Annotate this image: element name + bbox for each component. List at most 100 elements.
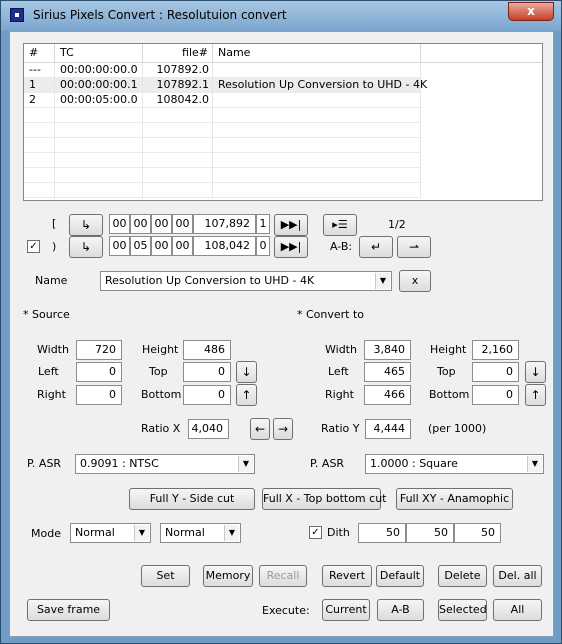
source-asr-select[interactable]: 0.9091 : NTSC ▼ [75,454,255,474]
out-ss-field[interactable]: 00 [151,236,172,256]
out-field-field[interactable]: 0 [256,236,270,256]
go-end-out-button[interactable]: ▶▶| [274,236,308,258]
in-field-field[interactable]: 1 [256,214,270,234]
table-row[interactable]: --- 00:00:00:00.0 107892.0 [24,63,542,78]
ratio-y-field[interactable]: 4,444 [365,419,411,439]
table-row[interactable]: 1 00:00:00:00.1 107892.1 Resolution Up C… [24,78,542,93]
ab-out-button[interactable]: ⇀ [397,236,431,258]
column-header-num[interactable]: # [24,44,55,63]
mode-select-1[interactable]: Normal ▼ [70,523,151,543]
cell-name: Resolution Up Conversion to UHD - 4K [213,78,427,93]
dith-checkbox[interactable]: ✓ [309,526,322,539]
execute-selected-button[interactable]: Selected [438,599,487,621]
convert-left-label: Left [328,365,349,378]
full-y-button[interactable]: Full Y - Side cut [129,488,255,510]
revert-button[interactable]: Revert [322,565,372,587]
source-right-field[interactable]: 0 [76,385,122,405]
mode-select-2[interactable]: Normal ▼ [160,523,241,543]
source-asr-label: P. ASR [27,457,62,470]
jump-in-button[interactable]: ↳ [69,214,103,236]
arrow-up-icon: ↑ [530,388,541,402]
window-title: Sirius Pixels Convert : Resolutuion conv… [33,8,287,22]
dith-field-1[interactable]: 50 [358,523,406,543]
clear-name-button[interactable]: x [399,270,431,292]
convert-top-field[interactable]: 0 [472,362,519,382]
full-xy-button[interactable]: Full XY - Anamophic [396,488,513,510]
convert-asr-value: 1.0000 : Square [370,457,458,470]
dith-field-3[interactable]: 50 [454,523,501,543]
source-up-button[interactable]: ↑ [236,384,257,406]
out-mm-field[interactable]: 05 [130,236,151,256]
convert-height-field[interactable]: 2,160 [472,340,519,360]
convert-up-button[interactable]: ↑ [525,384,546,406]
convert-width-field[interactable]: 3,840 [364,340,411,360]
column-header-file[interactable]: file# [143,44,213,63]
chevron-down-icon: ▼ [375,273,390,289]
convert-down-button[interactable]: ↓ [525,361,546,383]
close-button[interactable]: x [508,2,554,21]
column-header-tc[interactable]: TC [55,44,143,63]
ratio-right-button[interactable]: → [273,418,293,440]
save-frame-button[interactable]: Save frame [27,599,110,621]
ratio-left-button[interactable]: ← [250,418,270,440]
recall-button[interactable]: Recall [259,565,307,587]
app-window: Sirius Pixels Convert : Resolutuion conv… [0,0,562,644]
arrow-down-icon: ↓ [241,365,252,379]
empty-row [24,138,542,153]
source-height-field[interactable]: 486 [183,340,231,360]
ab-in-button[interactable]: ↵ [359,236,393,258]
in-hh-field[interactable]: 00 [109,214,130,234]
delete-button[interactable]: Delete [438,565,487,587]
out-ff-field[interactable]: 00 [172,236,193,256]
frame-list[interactable]: # TC file# Name --- 00:00:00:00.0 107892… [23,43,543,201]
convert-right-field[interactable]: 466 [364,385,411,405]
cell-tc: 00:00:00:00.1 [55,78,143,93]
execute-ab-button[interactable]: A-B [377,599,424,621]
arrow-down-icon: ↓ [530,365,541,379]
app-icon [10,8,24,22]
jump-out-icon: ↳ [80,240,92,254]
out-hh-field[interactable]: 00 [109,236,130,256]
in-mm-field[interactable]: 00 [130,214,151,234]
source-bottom-label: Bottom [141,388,182,401]
out-frame-field[interactable]: 108,042 [193,236,256,256]
convert-height-label: Height [430,343,467,356]
convert-left-field[interactable]: 465 [364,362,411,382]
convert-bottom-field[interactable]: 0 [472,385,519,405]
convert-right-label: Right [325,388,354,401]
source-bottom-field[interactable]: 0 [183,385,231,405]
out-checkbox[interactable]: ✓ [27,240,40,253]
skip-forward-icon: ▶▶| [280,218,302,231]
dith-field-2[interactable]: 50 [406,523,454,543]
return-icon: ↵ [370,240,382,254]
name-select[interactable]: Resolution Up Conversion to UHD - 4K ▼ [100,271,392,291]
column-header-name[interactable]: Name [213,44,421,63]
default-button[interactable]: Default [376,565,424,587]
jump-out-button[interactable]: ↳ [69,236,103,258]
go-end-in-button[interactable]: ▶▶| [274,214,308,236]
title-bar[interactable]: Sirius Pixels Convert : Resolutuion conv… [1,1,561,31]
execute-current-button[interactable]: Current [322,599,370,621]
cell-name [213,63,421,78]
list-icon: ▸☰ [332,218,348,231]
source-left-field[interactable]: 0 [76,362,122,382]
ratio-x-field[interactable]: 4,040 [188,419,229,439]
source-left-label: Left [38,365,59,378]
execute-all-button[interactable]: All [493,599,542,621]
source-top-field[interactable]: 0 [183,362,231,382]
cell-file: 107892.0 [143,63,213,78]
source-height-label: Height [142,343,179,356]
list-button[interactable]: ▸☰ [323,214,357,236]
table-row[interactable]: 2 00:00:05:00.0 108042.0 [24,93,542,108]
set-button[interactable]: Set [141,565,190,587]
source-down-button[interactable]: ↓ [236,361,257,383]
in-frame-field[interactable]: 107,892 [193,214,256,234]
in-ff-field[interactable]: 00 [172,214,193,234]
source-width-field[interactable]: 720 [76,340,122,360]
in-ss-field[interactable]: 00 [151,214,172,234]
convert-asr-select[interactable]: 1.0000 : Square ▼ [365,454,544,474]
full-x-button[interactable]: Full X - Top bottom cut [262,488,386,510]
delete-all-button[interactable]: Del. all [493,565,542,587]
memory-button[interactable]: Memory [203,565,253,587]
source-right-label: Right [37,388,66,401]
